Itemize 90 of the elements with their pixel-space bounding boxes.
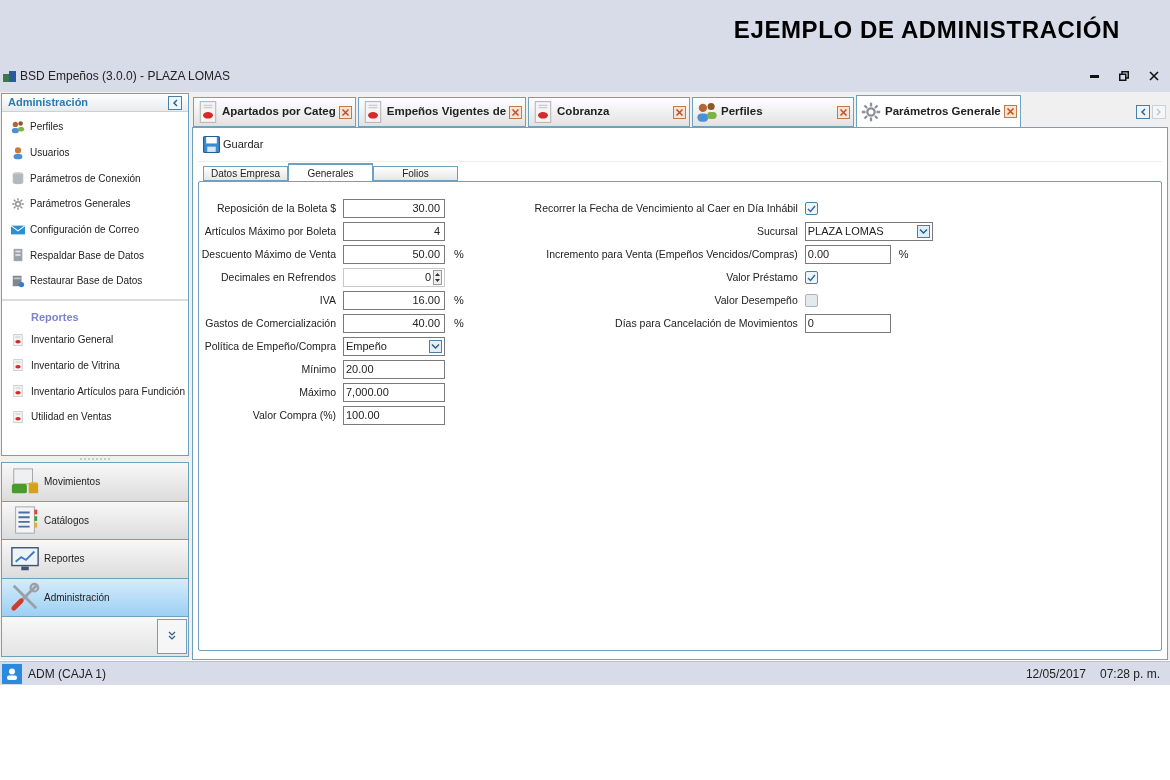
number-field[interactable]: 30.00: [343, 199, 445, 218]
form-tab[interactable]: Folios: [373, 166, 458, 181]
report-item[interactable]: Inventario General: [2, 326, 188, 353]
server-icon: [11, 248, 25, 263]
users-icon: [696, 101, 719, 123]
nav-button[interactable]: Administración: [2, 578, 188, 617]
text-field[interactable]: 0: [804, 314, 891, 333]
dropdown[interactable]: Empeño: [343, 337, 445, 356]
field-label: Valor Desempeño: [714, 292, 798, 308]
text-field[interactable]: 20.00: [343, 360, 445, 379]
form-tab[interactable]: Generales: [288, 163, 373, 181]
number-field[interactable]: 50.00: [343, 245, 445, 264]
gear-icon: [860, 100, 883, 123]
nav-button[interactable]: Reportes: [2, 540, 188, 579]
restore-icon[interactable]: [1119, 71, 1129, 81]
number-field[interactable]: 4: [343, 222, 445, 241]
field-label: Mínimo: [301, 361, 336, 377]
sidebar-item[interactable]: Parámetros de Conexión: [2, 165, 188, 192]
dropdown[interactable]: PLAZA LOMAS: [804, 222, 933, 241]
checkbox[interactable]: [804, 294, 818, 307]
user-icon: [11, 145, 25, 160]
percent-label: %: [454, 316, 464, 332]
document-tab[interactable]: Cobranza: [528, 97, 691, 127]
report-icon: [12, 410, 24, 423]
sidebar-item[interactable]: Restaurar Base de Datos: [2, 268, 188, 294]
scroll-left-button[interactable]: [1136, 105, 1150, 119]
field-label: Recorrer la Fecha de Vencimiento al Caer en Día Inhábil: [534, 200, 798, 216]
sidebar-item[interactable]: Perfiles: [2, 114, 188, 140]
number-field[interactable]: 40.00: [343, 314, 445, 333]
status-date: 12/05/2017: [1025, 665, 1086, 683]
percent-label: %: [454, 293, 464, 309]
document-tab[interactable]: Parámetros Generale: [856, 95, 1021, 127]
report-icon: [12, 359, 24, 372]
tools-icon: [10, 582, 40, 613]
sidebar-item[interactable]: Configuración de Correo: [2, 216, 188, 243]
field-label: Descuento Máximo de Venta: [201, 246, 336, 262]
field-label: Máximo: [299, 384, 336, 400]
field-label: Gastos de Comercialización: [205, 315, 336, 331]
document-tab[interactable]: Empeños Vigentes de: [357, 97, 527, 127]
chevron-left-icon[interactable]: [172, 98, 178, 107]
section-heading: Reportes: [31, 309, 80, 325]
document-tab[interactable]: Apartados por Categ: [193, 97, 356, 127]
save-icon[interactable]: [203, 136, 220, 153]
banner-title: EJEMPLO DE ADMINISTRACIÓN: [733, 15, 1120, 45]
gear-icon: [11, 196, 25, 211]
field-label: Reposición de la Boleta $: [216, 200, 336, 216]
field-label: Valor Compra (%): [252, 407, 336, 423]
status-time: 07:28 p. m.: [1099, 665, 1160, 683]
report-item[interactable]: Inventario de Vitrina: [2, 352, 188, 379]
percent-label: %: [898, 247, 909, 263]
spinner-field[interactable]: 0: [343, 268, 445, 287]
text-field[interactable]: 0.00: [804, 245, 891, 264]
percent-label: %: [454, 247, 464, 263]
window-title: BSD Empeños (3.0.0) - PLAZA LOMAS: [20, 68, 231, 85]
close-icon[interactable]: [1149, 71, 1159, 81]
text-field[interactable]: 7,000.00: [343, 383, 445, 402]
panel-title: Administración: [8, 95, 89, 111]
save-button[interactable]: Guardar: [223, 136, 264, 153]
minimize-icon[interactable]: [1090, 74, 1099, 78]
report-item[interactable]: Utilidad en Ventas: [2, 403, 188, 430]
sidebar-item[interactable]: Respaldar Base de Datos: [2, 242, 188, 269]
form-tab[interactable]: Datos Empresa: [203, 166, 288, 181]
field-label: Política de Empeño/Compra: [204, 338, 336, 354]
checkbox[interactable]: [804, 271, 818, 284]
report-icon: [12, 385, 24, 398]
field-label: Días para Cancelación de Movimientos: [615, 315, 798, 331]
report-item[interactable]: Inventario Artículos para Fundición: [2, 378, 188, 404]
field-label: Valor Préstamo: [726, 269, 798, 285]
field-label: Sucursal: [756, 223, 798, 239]
user-label: ADM (CAJA 1): [28, 665, 106, 683]
nav-button[interactable]: Movimientos: [2, 463, 188, 502]
report-icon: [12, 333, 24, 346]
field-label: IVA: [319, 292, 336, 308]
report-icon: [197, 101, 219, 123]
spinner-arrows-icon[interactable]: [433, 270, 442, 285]
field-label: Incremento para Venta (Empeños Vencidos/Compras): [546, 246, 798, 262]
users-icon: [11, 119, 25, 134]
field-label: Decimales en Refrendos: [221, 269, 336, 285]
checkbox[interactable]: [804, 202, 818, 215]
document-tab[interactable]: Perfiles: [692, 97, 855, 127]
sidebar-item[interactable]: Usuarios: [2, 139, 188, 166]
chevron-left-icon[interactable]: [1140, 108, 1146, 116]
number-field[interactable]: 16.00: [343, 291, 445, 310]
nav-button[interactable]: Catálogos: [2, 501, 188, 540]
mail-icon: [11, 222, 25, 237]
collapse-button[interactable]: [168, 95, 182, 110]
sidebar-item[interactable]: Parámetros Generales: [2, 191, 188, 217]
app-logo-icon: [3, 69, 17, 83]
text-field[interactable]: 100.00: [343, 406, 445, 425]
field-label: Artículos Máximo por Boleta: [204, 223, 336, 239]
